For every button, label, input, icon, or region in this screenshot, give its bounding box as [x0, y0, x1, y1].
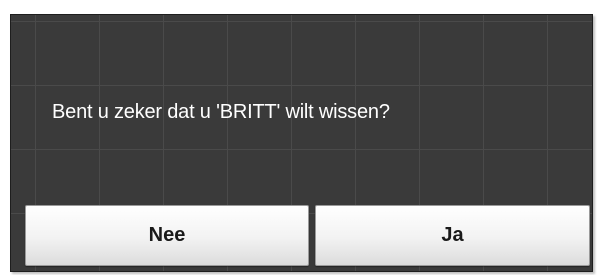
no-button-label: Nee — [148, 224, 186, 246]
no-button[interactable]: Nee — [25, 205, 309, 266]
confirm-message: Bent u zeker dat u 'BRITT' wilt wissen? — [52, 101, 390, 123]
confirm-delete-dialog: Bent u zeker dat u 'BRITT' wilt wissen? … — [10, 14, 593, 272]
yes-button-label: Ja — [441, 224, 464, 246]
yes-button[interactable]: Ja — [315, 205, 590, 266]
